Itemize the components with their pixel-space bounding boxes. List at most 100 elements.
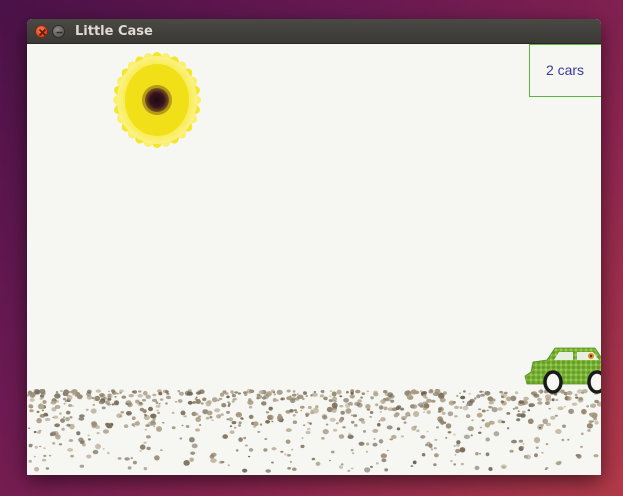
pebble bbox=[253, 425, 256, 428]
pebble bbox=[321, 437, 325, 440]
pebble bbox=[551, 398, 555, 402]
pebble bbox=[501, 395, 504, 398]
pebble bbox=[231, 421, 237, 425]
pebble bbox=[143, 466, 148, 471]
pebble bbox=[541, 452, 544, 454]
pebble bbox=[323, 396, 328, 401]
pebble bbox=[125, 411, 132, 416]
pebble bbox=[514, 406, 519, 410]
pebble bbox=[39, 397, 43, 400]
pebble bbox=[554, 414, 558, 417]
pebble bbox=[214, 408, 221, 413]
sunflower-icon bbox=[113, 52, 201, 148]
pebble bbox=[43, 412, 49, 417]
pebble bbox=[222, 390, 227, 394]
pebble bbox=[209, 415, 213, 419]
pebble bbox=[338, 434, 345, 439]
pebble bbox=[350, 414, 354, 417]
pebble bbox=[540, 424, 544, 427]
pebble bbox=[542, 418, 548, 424]
pebble bbox=[413, 390, 420, 395]
pebble bbox=[470, 434, 473, 437]
pebble bbox=[506, 427, 510, 430]
pebble bbox=[280, 450, 284, 453]
pebble bbox=[365, 442, 370, 446]
pebble bbox=[369, 411, 374, 414]
pebble bbox=[231, 394, 236, 398]
pebble bbox=[562, 424, 566, 428]
pebble bbox=[92, 403, 95, 406]
pebble bbox=[521, 446, 525, 449]
pebble bbox=[60, 390, 63, 392]
pebble bbox=[231, 400, 235, 403]
pebble bbox=[345, 408, 352, 414]
pebble bbox=[54, 404, 61, 409]
pebble bbox=[375, 403, 379, 407]
pebble bbox=[154, 455, 160, 461]
pebble bbox=[180, 410, 186, 416]
pebble bbox=[428, 390, 432, 394]
pebble bbox=[156, 409, 159, 412]
pebble bbox=[29, 409, 34, 413]
pebble bbox=[339, 395, 343, 398]
pebble bbox=[50, 431, 56, 437]
pebble bbox=[497, 407, 503, 411]
pebble bbox=[293, 409, 297, 412]
pebble bbox=[580, 445, 583, 448]
title-bar[interactable]: Little Case bbox=[27, 19, 601, 44]
pebble bbox=[216, 414, 222, 419]
pebble bbox=[400, 407, 405, 411]
pebble bbox=[138, 401, 143, 405]
minimize-button[interactable] bbox=[52, 25, 65, 38]
pebble bbox=[63, 402, 66, 405]
pebble bbox=[226, 395, 230, 399]
pebble bbox=[421, 453, 426, 457]
pebble bbox=[339, 405, 344, 408]
pebble bbox=[331, 391, 337, 397]
game-canvas[interactable]: 2 cars bbox=[27, 44, 601, 475]
pebble bbox=[459, 392, 462, 394]
pebble bbox=[158, 391, 163, 396]
pebble bbox=[238, 424, 241, 427]
close-button[interactable] bbox=[35, 25, 48, 38]
pebble bbox=[437, 410, 442, 413]
pebble bbox=[331, 450, 335, 454]
pebble bbox=[474, 397, 477, 400]
pebble bbox=[124, 457, 130, 461]
pebble bbox=[263, 393, 269, 399]
pebble bbox=[107, 403, 111, 406]
pebble bbox=[315, 405, 319, 409]
pebble bbox=[111, 403, 115, 406]
pebble bbox=[301, 437, 304, 439]
pebble bbox=[276, 389, 283, 395]
pebble bbox=[305, 394, 308, 398]
pebble bbox=[52, 416, 55, 419]
pebble bbox=[162, 389, 169, 394]
pebble bbox=[350, 467, 354, 470]
pebble bbox=[179, 437, 183, 440]
pebble bbox=[493, 431, 500, 437]
pebble bbox=[211, 419, 214, 421]
pebble bbox=[506, 412, 511, 415]
pebble bbox=[52, 442, 56, 445]
pebble bbox=[248, 405, 253, 409]
pebble bbox=[487, 396, 494, 402]
pebble bbox=[90, 408, 97, 414]
pebble bbox=[286, 454, 291, 457]
pebble bbox=[525, 454, 531, 460]
pebble bbox=[576, 454, 582, 459]
pebble bbox=[106, 424, 113, 429]
pebble bbox=[227, 464, 230, 467]
pebble bbox=[95, 389, 102, 393]
pebble bbox=[533, 437, 541, 444]
pebble bbox=[155, 401, 159, 404]
pebble bbox=[59, 412, 62, 415]
pebble bbox=[291, 393, 297, 397]
pebble bbox=[221, 403, 227, 408]
pebble bbox=[459, 447, 466, 453]
pebble bbox=[256, 397, 260, 400]
pebble bbox=[512, 407, 515, 410]
pebble bbox=[42, 400, 47, 404]
pebble bbox=[55, 434, 61, 440]
pebble bbox=[550, 416, 556, 420]
